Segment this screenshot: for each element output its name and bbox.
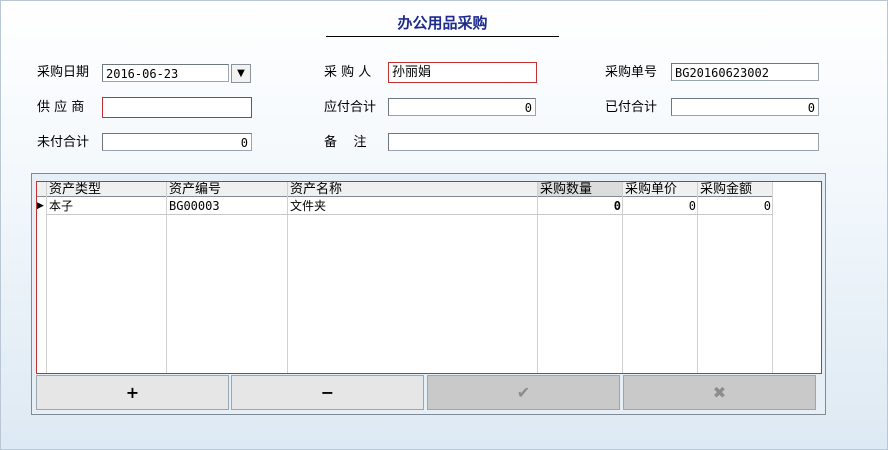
table-cell[interactable]: 文件夹 [288,197,538,215]
cancel-button[interactable]: ✖ [623,375,816,410]
current-row-indicator-icon: ▶ [37,201,44,211]
add-row-button[interactable]: + [36,375,229,410]
supplier-field[interactable] [102,97,252,118]
date-field[interactable]: 2016-06-23 [102,64,229,82]
table-cell[interactable]: 0 [698,197,773,215]
page-title: 办公用品采购 [326,10,559,37]
remark-label: 备 注 [324,135,367,150]
remark-field[interactable] [388,133,819,151]
payable-label: 应付合计 [324,100,377,115]
purchaser-field[interactable]: 孙丽娟 [388,62,537,83]
date-label: 采购日期 [37,65,90,80]
items-grid[interactable]: 资产类型 资产编号 资产名称 采购数量 采购单价 采购金额 ▶ 本子 BG000… [36,181,822,374]
col-header[interactable]: 采购金额 [698,182,773,197]
col-header[interactable]: 采购数量 [538,182,623,197]
table-cell[interactable]: 本子 [47,197,167,215]
order-no-label: 采购单号 [605,65,658,80]
col-header[interactable]: 资产类型 [47,182,167,197]
payable-field[interactable]: 0 [388,98,536,116]
table-cell[interactable]: BG00003 [167,197,288,215]
paid-field[interactable]: 0 [671,98,819,116]
confirm-button[interactable]: ✔ [427,375,620,410]
unpaid-label: 未付合计 [37,135,90,150]
purchaser-label: 采 购 人 [324,65,372,80]
unpaid-field[interactable]: 0 [102,133,252,151]
remove-row-button[interactable]: − [231,375,424,410]
table-cell[interactable]: 0 [623,197,698,215]
date-dropdown-button[interactable]: ▼ [231,64,251,83]
col-header[interactable]: 资产编号 [167,182,288,197]
paid-label: 已付合计 [605,100,658,115]
col-header[interactable]: 资产名称 [288,182,538,197]
chevron-down-icon: ▼ [237,68,245,79]
order-no-field[interactable]: BG20160623002 [671,63,819,81]
col-header[interactable]: 采购单价 [623,182,698,197]
table-cell[interactable]: 0 [538,197,623,215]
supplier-label: 供 应 商 [37,100,85,115]
